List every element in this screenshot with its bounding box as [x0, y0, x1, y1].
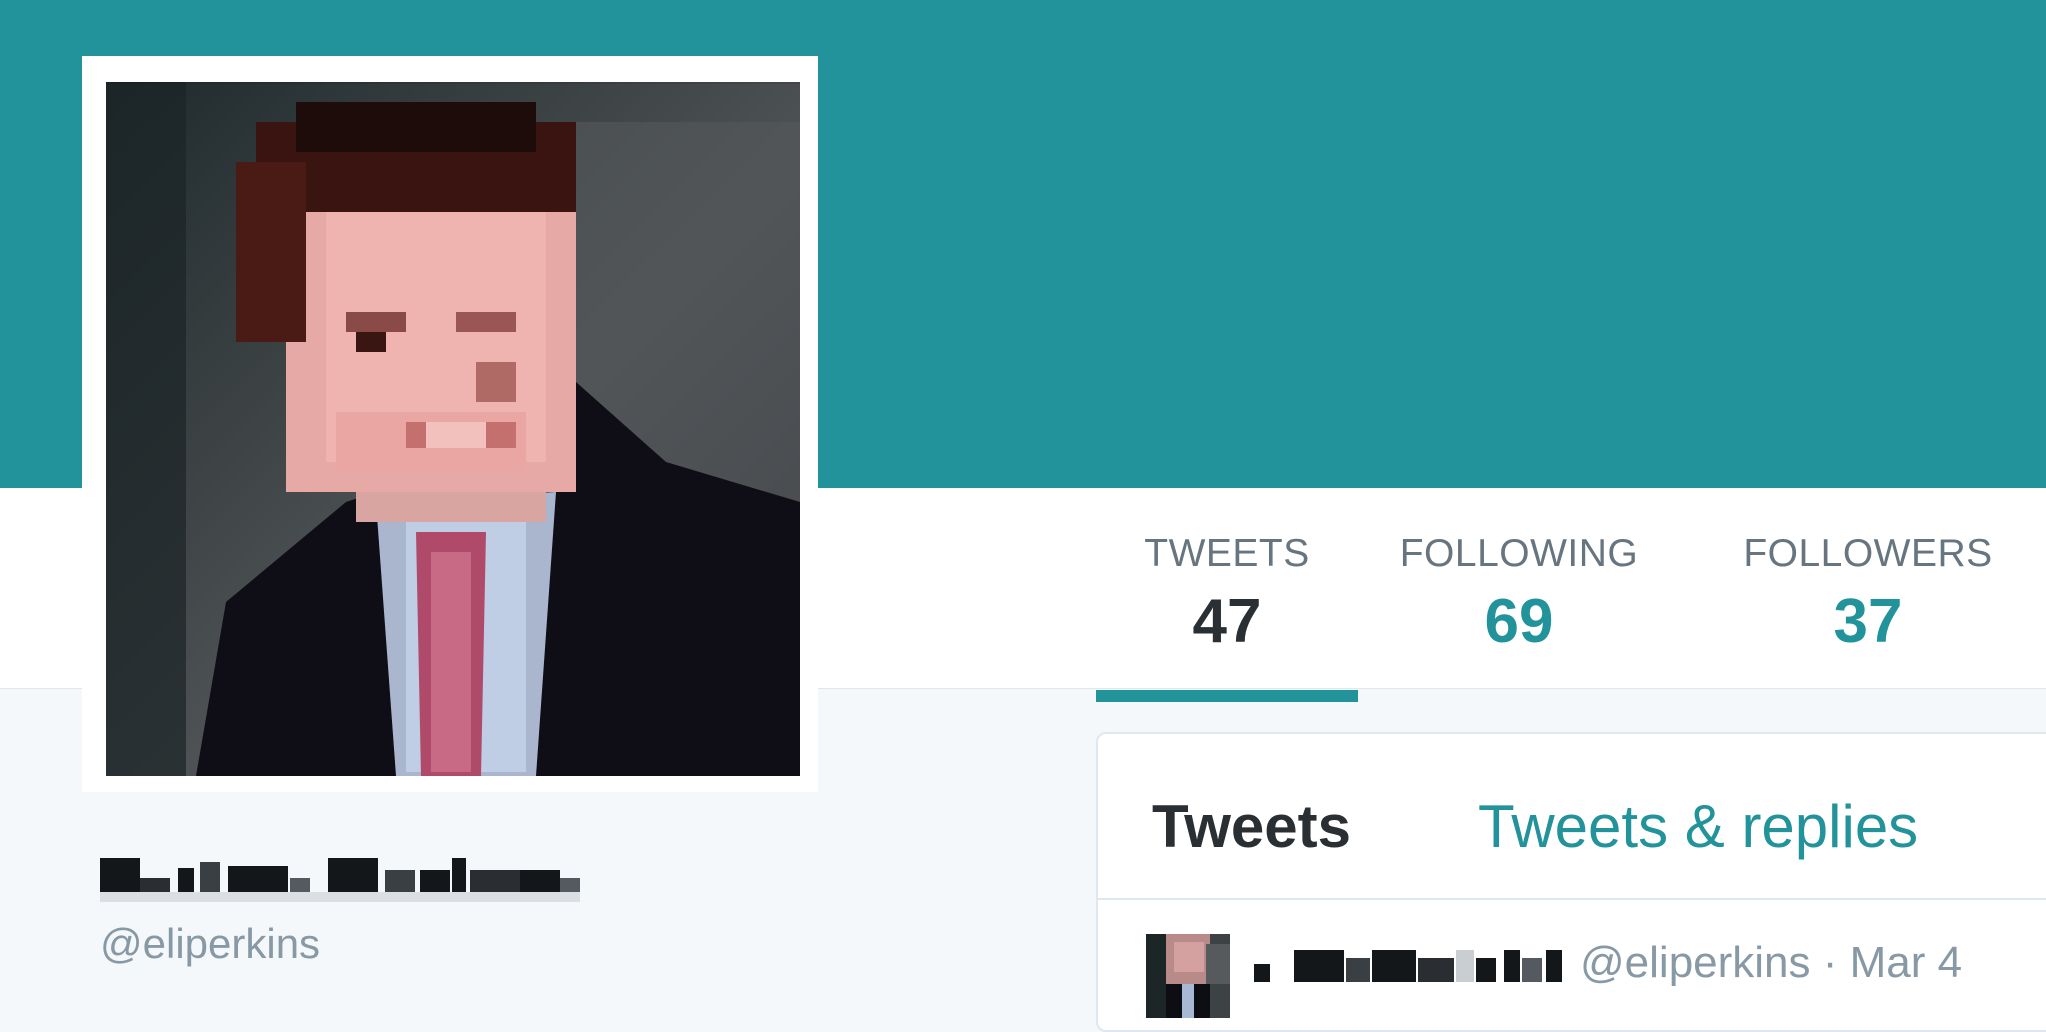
- timeline-tabs: Tweets Tweets & replies: [1098, 734, 2046, 900]
- stat-following[interactable]: FOLLOWING 69: [1388, 488, 1650, 688]
- tweet-author-handle[interactable]: @eliperkins: [1580, 938, 1811, 987]
- stat-followers-count: 37: [1833, 587, 1903, 656]
- profile-name-redacted: [100, 848, 600, 904]
- tweet-header: @eliperkins · Mar 4: [1146, 934, 2046, 1018]
- tab-tweets-and-replies[interactable]: Tweets & replies: [1478, 792, 1918, 861]
- stat-following-label: FOLLOWING: [1399, 532, 1639, 575]
- profile-avatar[interactable]: [82, 56, 818, 792]
- tweet-author-redacted[interactable]: [1254, 944, 1564, 986]
- stat-tweets[interactable]: TWEETS 47: [1096, 488, 1358, 702]
- tab-tweets[interactable]: Tweets: [1152, 792, 1351, 861]
- active-tab-indicator: [1096, 690, 1358, 702]
- profile-handle[interactable]: @eliperkins: [100, 920, 320, 968]
- tweet-timestamp[interactable]: Mar 4: [1850, 938, 1962, 987]
- stat-following-count: 69: [1484, 587, 1554, 656]
- tweet-meta-separator: ·: [1822, 938, 1838, 987]
- avatar-image: [106, 82, 800, 776]
- stat-followers-label: FOLLOWERS: [1743, 532, 1993, 575]
- tweet-meta: @eliperkins · Mar 4: [1580, 938, 1962, 988]
- stat-followers[interactable]: FOLLOWERS 37: [1728, 488, 2008, 688]
- stat-tweets-count: 47: [1192, 587, 1262, 656]
- timeline-card: Tweets Tweets & replies @eliperkins · Ma…: [1096, 732, 2046, 1032]
- tweet-avatar[interactable]: [1146, 934, 1230, 1018]
- stat-tweets-label: TWEETS: [1144, 532, 1310, 575]
